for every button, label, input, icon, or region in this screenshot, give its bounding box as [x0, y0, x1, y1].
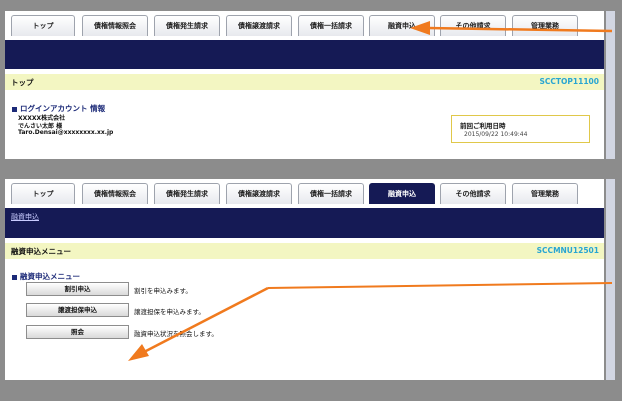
tab-credit-issue[interactable]: 債権発生請求: [154, 15, 220, 36]
tab-bar: トップ 債権情報照会 債権発生請求 債権譲渡請求 債権一括請求 融資申込 その他…: [5, 179, 604, 208]
tab-other-requests[interactable]: その他請求: [440, 15, 506, 36]
last-login-box: 前回ご利用日時 2015/09/22 10:49:44: [451, 115, 590, 143]
page-title-bar: 融資申込メニュー SCCMNU12501: [5, 243, 604, 259]
inquiry-button[interactable]: 照会: [26, 325, 129, 339]
square-bullet-icon: [12, 106, 17, 112]
scrollbar[interactable]: [606, 179, 615, 380]
page-title: 融資申込メニュー: [11, 247, 71, 256]
tab-financing-application[interactable]: 融資申込: [369, 183, 435, 204]
header-band: 融資申込: [5, 208, 604, 238]
tab-credit-transfer[interactable]: 債権譲渡請求: [226, 15, 292, 36]
page-title: トップ: [11, 78, 34, 87]
discount-application-button[interactable]: 割引申込: [26, 282, 129, 296]
screen-code: SCCMNU12501: [536, 246, 599, 255]
tab-financing-application[interactable]: 融資申込: [369, 15, 435, 36]
tab-management[interactable]: 管理業務: [512, 183, 578, 204]
inquiry-desc: 融資申込状況を照会します。: [134, 330, 218, 338]
tab-top[interactable]: トップ: [11, 15, 75, 36]
tab-credit-inquiry[interactable]: 債権情報照会: [82, 183, 148, 204]
tab-bulk-request[interactable]: 債権一括請求: [298, 15, 364, 36]
tab-top[interactable]: トップ: [11, 183, 75, 204]
last-login-value: 2015/09/22 10:49:44: [464, 131, 528, 138]
transfer-collateral-desc: 譲渡担保を申込みます。: [134, 308, 205, 316]
menu-heading: 融資申込メニュー: [12, 271, 80, 282]
breadcrumb-financing[interactable]: 融資申込: [11, 212, 39, 222]
tab-bulk-request[interactable]: 債権一括請求: [298, 183, 364, 204]
user-email: Taro.Densai@xxxxxxxx.xx.jp: [18, 129, 114, 136]
tab-credit-issue[interactable]: 債権発生請求: [154, 183, 220, 204]
tab-management[interactable]: 管理業務: [512, 15, 578, 36]
last-login-label: 前回ご利用日時: [460, 122, 506, 130]
screen-code: SCCTOP11100: [539, 77, 600, 86]
square-bullet-icon: [12, 274, 17, 280]
tab-credit-transfer[interactable]: 債権譲渡請求: [226, 183, 292, 204]
tab-credit-inquiry[interactable]: 債権情報照会: [82, 15, 148, 36]
page-title-bar: トップ SCCTOP11100: [5, 74, 604, 90]
tab-bar: トップ 債権情報照会 債権発生請求 債権譲渡請求 債権一括請求 融資申込 その他…: [5, 11, 604, 40]
tab-other-requests[interactable]: その他請求: [440, 183, 506, 204]
financing-menu-screen: トップ 債権情報照会 債権発生請求 債権譲渡請求 債権一括請求 融資申込 その他…: [5, 179, 604, 380]
header-band: [5, 40, 604, 69]
discount-application-desc: 割引を申込みます。: [134, 287, 192, 295]
transfer-collateral-button[interactable]: 譲渡担保申込: [26, 303, 129, 317]
top-screen: トップ 債権情報照会 債権発生請求 債権譲渡請求 債権一括請求 融資申込 その他…: [5, 11, 604, 159]
scrollbar[interactable]: [606, 11, 615, 159]
